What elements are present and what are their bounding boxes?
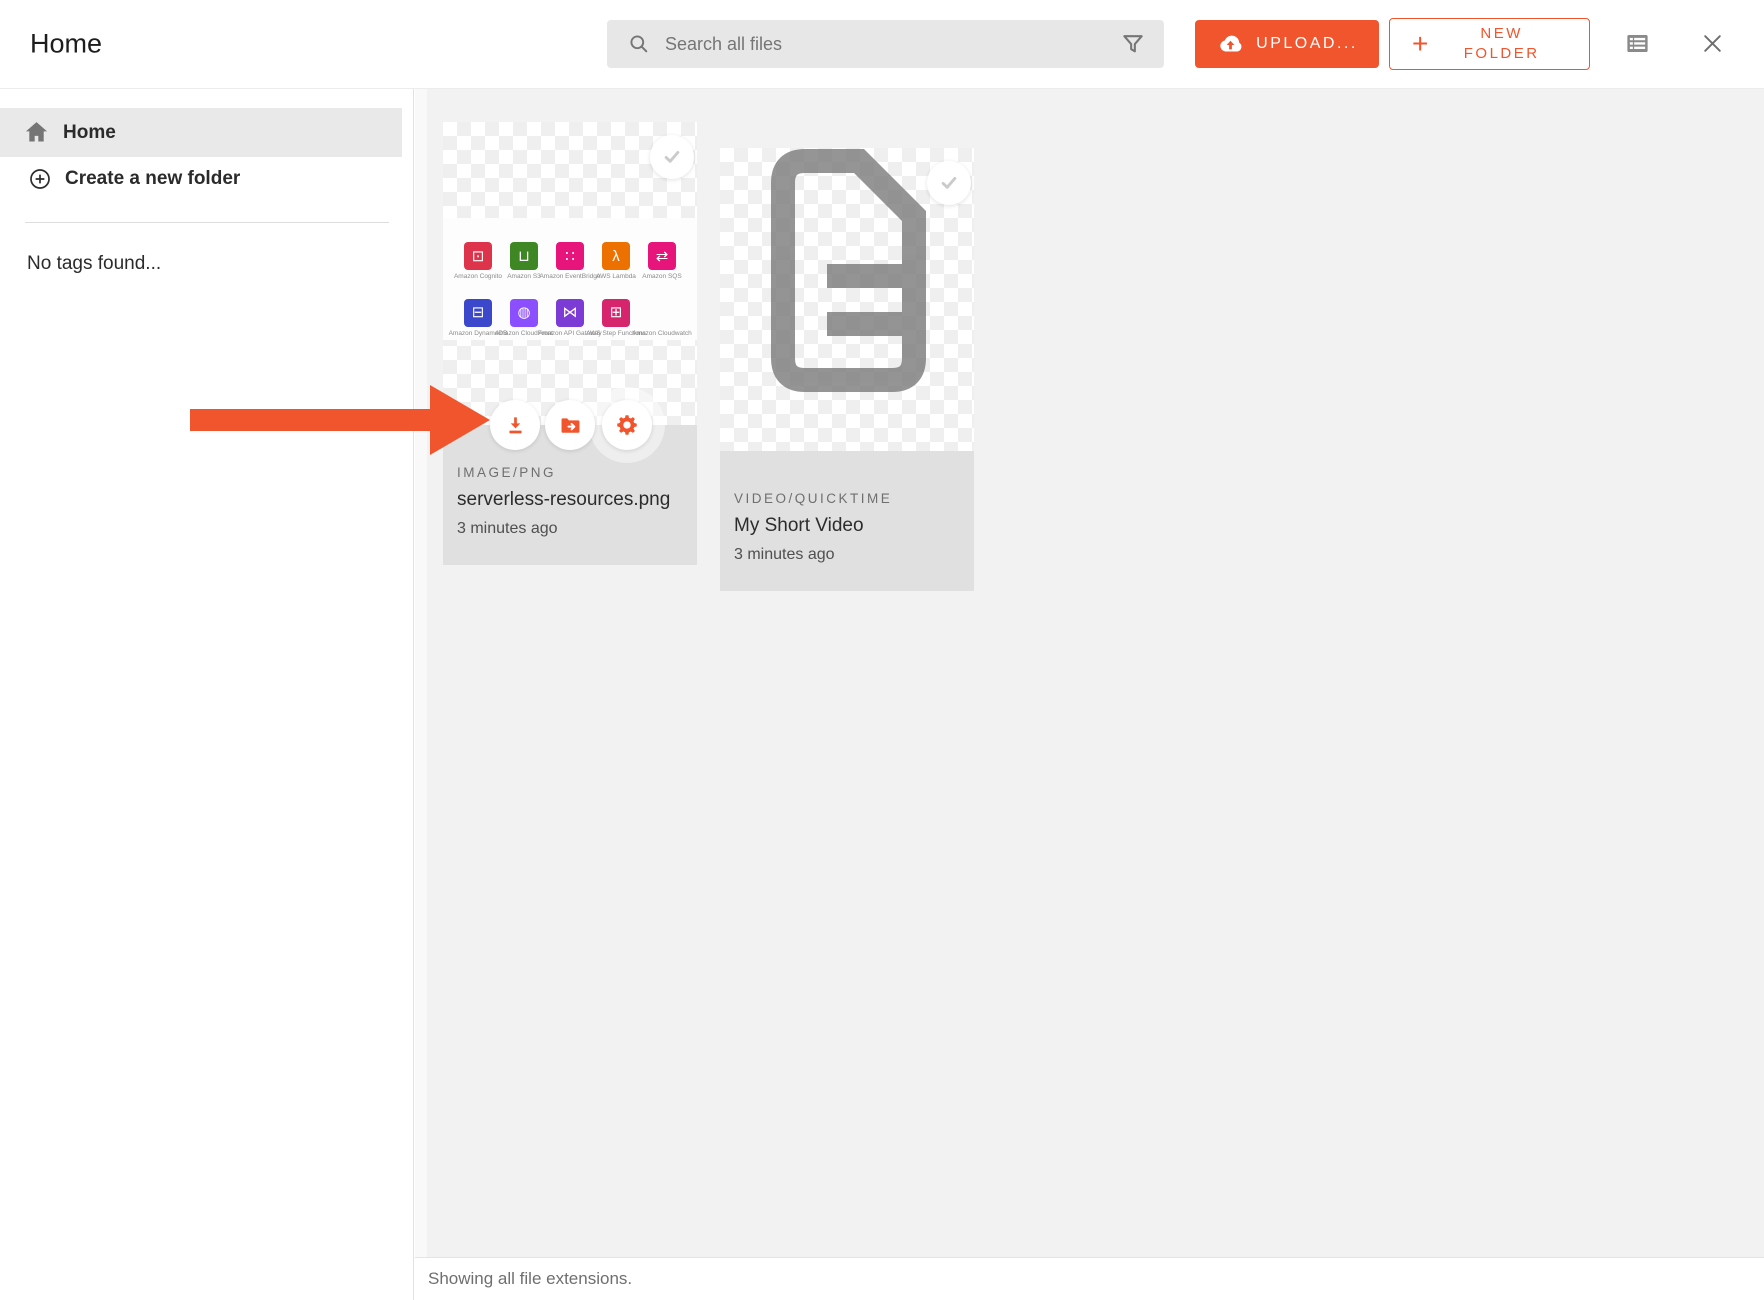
file-card-serverless-png[interactable]: ⊡Amazon Cognito⊔Amazon S3∷Amazon EventBr… [443,122,697,565]
file-grid: ⊡Amazon Cognito⊔Amazon S3∷Amazon EventBr… [427,89,1764,1257]
aws-icons-grid: ⊡Amazon Cognito⊔Amazon S3∷Amazon EventBr… [443,218,697,340]
amazon-api-gateway-icon: ⋈ [556,299,584,327]
upload-label: UPLOAD... [1256,35,1358,53]
file-modified-time: 3 minutes ago [457,520,681,538]
sidebar-divider [25,222,389,223]
amazon-sqs-icon: ⇄ [648,242,676,270]
folder-move-icon [558,413,583,438]
upload-button[interactable]: UPLOAD... [1195,20,1379,68]
sidebar-home-label: Home [63,122,116,144]
check-icon [659,144,685,170]
no-tags-message: No tags found... [27,253,413,275]
filter-icon[interactable] [1120,31,1146,57]
close-icon [1699,30,1726,57]
sidebar: Home Create a new folder No tags found..… [0,89,414,1300]
aws-lambda-icon: λ [602,242,630,270]
aws-service-cell: ∷Amazon EventBridge [547,227,593,280]
file-type-label: IMAGE/PNG [457,465,681,480]
search-placeholder: Search all files [665,34,1120,55]
aws-service-cell: ⇄ Amazon SQS [639,227,685,280]
gear-icon [614,412,640,438]
aws-service-label: Amazon Cloudwatch [632,330,692,337]
select-check-badge[interactable] [650,135,694,179]
move-to-folder-button[interactable] [545,400,595,450]
close-button[interactable] [1696,28,1728,60]
home-icon [23,120,50,145]
status-bar: Showing all file extensions. [415,1257,1764,1300]
file-settings-button[interactable] [602,400,652,450]
aws-service-label: Amazon S3 [507,273,541,280]
plus-icon: + [1412,30,1428,58]
file-name: serverless-resources.png [457,489,681,511]
check-icon [936,170,962,196]
download-button[interactable] [490,400,540,450]
file-thumbnail: ⊡Amazon Cognito⊔Amazon S3∷Amazon EventBr… [443,122,697,425]
aws-service-label: Amazon SQS [642,273,681,280]
cloud-upload-icon [1216,34,1245,55]
status-text: Showing all file extensions. [428,1269,632,1289]
annotation-arrow [190,385,490,455]
new-folder-button[interactable]: + NEW FOLDER [1389,18,1590,70]
file-thumbnail [720,148,974,451]
file-modified-time: 3 minutes ago [734,546,958,564]
aws-step-functions-icon: ⊞ [602,299,630,327]
document-placeholder-icon [767,148,927,393]
list-view-button[interactable] [1621,28,1653,60]
aws-service-label: AWS Lambda [596,273,636,280]
search-input[interactable]: Search all files [607,20,1164,68]
topbar: Home Search all files UPLOAD... + NEW FO… [0,0,1764,89]
amazon-s3-icon: ⊔ [510,242,538,270]
create-folder-label: Create a new folder [65,168,240,190]
aws-service-cell: ⊟Amazon DynamoDB [455,284,501,337]
aws-service-cell: ⊡ Amazon Cognito [455,227,501,280]
amazon-dynamodb-icon: ⊟ [464,299,492,327]
file-type-label: VIDEO/QUICKTIME [734,491,958,506]
page-title: Home [30,29,102,60]
amazon-eventbridge-icon: ∷ [556,242,584,270]
file-card-my-short-video[interactable]: VIDEO/QUICKTIME My Short Video 3 minutes… [720,122,974,591]
select-check-badge[interactable] [927,161,971,205]
sidebar-item-create-folder[interactable]: Create a new folder [0,158,413,200]
list-view-icon [1624,30,1651,57]
scroll-gutter [415,89,427,1257]
amazon-cognito-icon: ⊡ [464,242,492,270]
sidebar-item-home[interactable]: Home [0,108,402,157]
aws-service-cell: λ AWS Lambda [593,227,639,280]
download-icon [503,413,528,438]
aws-service-cell: Amazon Cloudwatch [639,284,685,337]
file-manager-window: Home Search all files UPLOAD... + NEW FO… [0,0,1764,1300]
aws-service-icon-empty [648,299,676,327]
file-meta: VIDEO/QUICKTIME My Short Video 3 minutes… [720,451,974,591]
search-icon [627,32,651,56]
amazon-cloudfront-icon: ◍ [510,299,538,327]
aws-service-label: Amazon EventBridge [539,273,600,280]
aws-service-label: Amazon Cognito [454,273,502,280]
file-name: My Short Video [734,515,958,537]
circle-plus-icon [28,167,52,191]
new-folder-label: NEW FOLDER [1428,24,1575,65]
